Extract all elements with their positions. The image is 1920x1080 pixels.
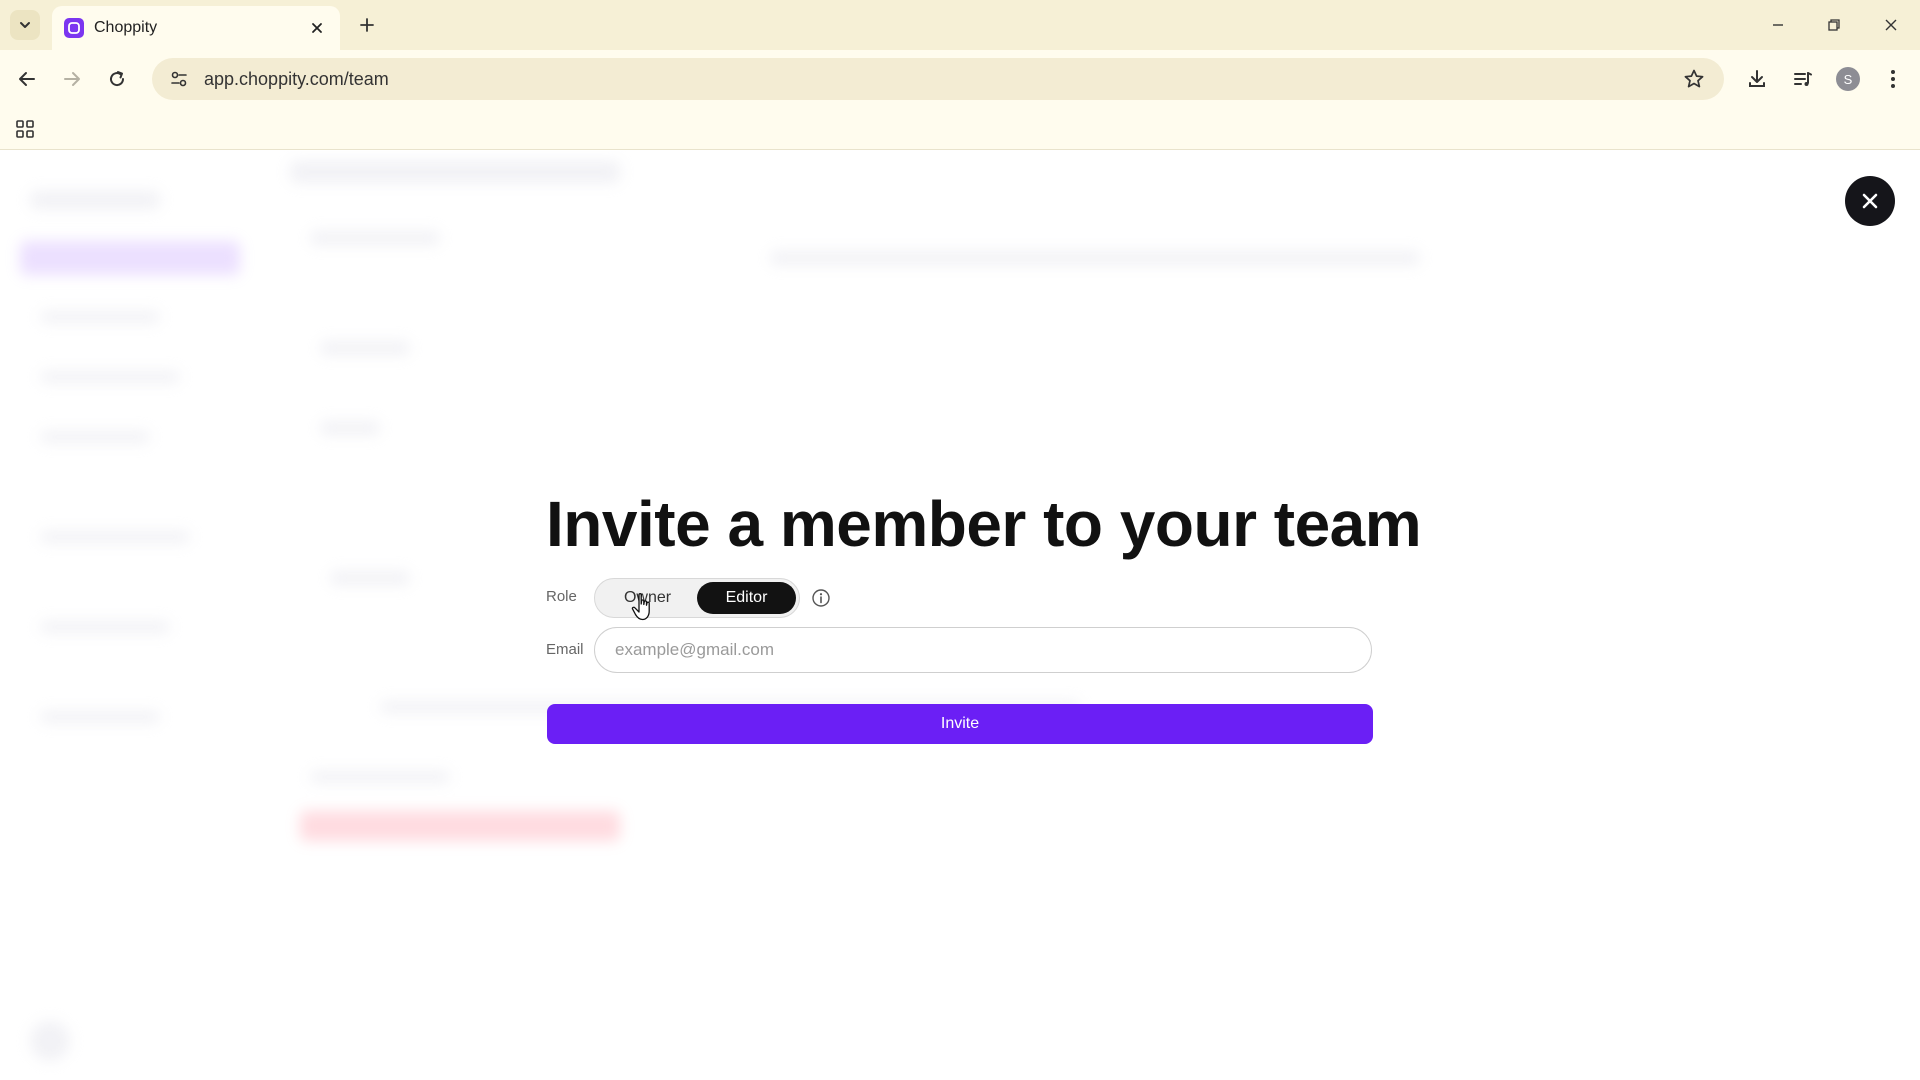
- modal-title: Invite a member to your team: [546, 488, 1422, 560]
- bg-sidebar-logo: [30, 191, 160, 209]
- url-text[interactable]: app.choppity.com/team: [204, 69, 1678, 90]
- profile-button[interactable]: S: [1833, 64, 1863, 94]
- avatar: S: [1836, 67, 1860, 91]
- close-icon: [1885, 19, 1897, 31]
- reload-button[interactable]: [102, 64, 132, 94]
- restore-icon: [1828, 19, 1840, 31]
- browser-tab-strip: Choppity: [0, 0, 1920, 50]
- minimize-window-button[interactable]: [1758, 8, 1798, 42]
- info-icon[interactable]: [810, 587, 832, 609]
- bookmarks-bar: [0, 108, 1920, 150]
- bg-sidebar-item: [40, 311, 160, 323]
- hand-cursor-icon: [631, 593, 650, 621]
- bg-sidebar-item: [40, 531, 190, 543]
- bg-sidebar-active-item: [20, 241, 240, 275]
- tab-title: Choppity: [94, 19, 158, 36]
- close-icon: [1862, 193, 1878, 209]
- new-tab-button[interactable]: [352, 10, 382, 40]
- bg-sidebar-item: [40, 621, 170, 633]
- bg-row: [310, 771, 450, 783]
- bg-row: [320, 341, 410, 355]
- browser-toolbar: app.choppity.com/team S: [0, 50, 1920, 108]
- email-field[interactable]: [594, 627, 1372, 673]
- bg-sidebar-item: [40, 371, 180, 383]
- apps-grid-icon: [16, 120, 34, 138]
- plus-icon: [360, 18, 374, 32]
- bg-row: [310, 231, 440, 245]
- close-modal-button[interactable]: [1845, 176, 1895, 226]
- star-icon: [1684, 69, 1704, 88]
- arrow-left-icon: [19, 72, 35, 86]
- bookmark-star-button[interactable]: [1678, 63, 1710, 95]
- forward-button[interactable]: [57, 64, 87, 94]
- bg-sidebar-avatar: [30, 1021, 70, 1061]
- browser-tab-active[interactable]: Choppity: [52, 6, 340, 50]
- address-bar[interactable]: app.choppity.com/team: [152, 58, 1724, 100]
- invite-button[interactable]: Invite: [547, 704, 1373, 744]
- tab-search-button[interactable]: [10, 10, 40, 40]
- close-icon: [312, 23, 322, 33]
- chevron-down-icon: [20, 22, 30, 28]
- choppity-favicon-icon: [64, 18, 84, 38]
- media-controls-button[interactable]: [1788, 64, 1818, 94]
- team-page: Invite a member to your team Role Owner …: [0, 151, 1920, 1080]
- bg-row: [770, 251, 1420, 265]
- reload-icon: [110, 71, 125, 87]
- bg-danger-button: [300, 811, 620, 841]
- bg-page-heading: [290, 161, 620, 183]
- email-label: Email: [546, 641, 584, 658]
- bg-sidebar-item: [40, 431, 150, 443]
- site-info-icon[interactable]: [164, 64, 194, 94]
- bg-row: [320, 421, 380, 435]
- kebab-menu-icon: [1891, 70, 1895, 88]
- downloads-button[interactable]: [1742, 64, 1772, 94]
- tab-close-button[interactable]: [306, 17, 328, 39]
- role-toggle: Owner Editor: [594, 578, 800, 618]
- restore-window-button[interactable]: [1814, 8, 1854, 42]
- bg-sidebar-item: [40, 711, 160, 723]
- close-window-button[interactable]: [1871, 8, 1911, 42]
- role-option-editor[interactable]: Editor: [697, 582, 796, 614]
- browser-menu-button[interactable]: [1878, 64, 1908, 94]
- minimize-icon: [1773, 24, 1783, 26]
- playlist-icon: [1794, 72, 1812, 86]
- arrow-right-icon: [64, 72, 80, 86]
- apps-grid-button[interactable]: [12, 116, 38, 142]
- role-label: Role: [546, 588, 577, 605]
- download-icon: [1749, 70, 1765, 87]
- bg-row: [330, 571, 410, 585]
- back-button[interactable]: [12, 64, 42, 94]
- blurred-background: [0, 151, 1920, 1080]
